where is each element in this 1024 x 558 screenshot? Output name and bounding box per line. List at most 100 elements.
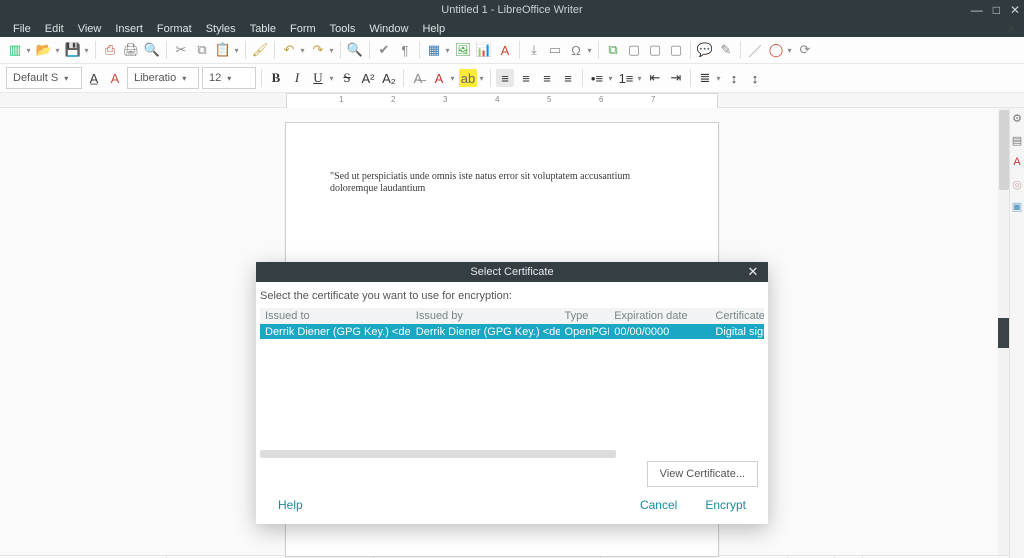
window-maximize-icon[interactable]: □ [993,3,1000,17]
strike-icon[interactable]: S [338,69,356,87]
number-dropdown[interactable]: ▾ [636,74,643,83]
open-icon[interactable]: 📂 [35,41,53,59]
open-dropdown[interactable]: ▾ [54,46,61,55]
document-text[interactable]: "Sed ut perspiciatis unde omnis iste nat… [330,171,674,194]
menu-tools[interactable]: Tools [323,23,363,35]
align-right-icon[interactable]: ≡ [538,69,556,87]
superscript-icon[interactable]: A² [359,69,377,87]
menu-form[interactable]: Form [283,23,323,35]
menu-view[interactable]: View [71,23,109,35]
align-left-icon[interactable]: ≡ [496,69,514,87]
italic-icon[interactable]: I [288,69,306,87]
menu-edit[interactable]: Edit [38,23,71,35]
menu-file[interactable]: File [6,23,38,35]
menu-styles[interactable]: Styles [199,23,243,35]
dialog-close-icon[interactable]: ✕ [744,262,762,282]
sidebar-navigator-icon[interactable]: ▣ [1011,200,1023,212]
para-style-combo[interactable]: Default S ▾ [6,67,82,89]
font-size-combo[interactable]: 12 ▾ [202,67,256,89]
field-icon[interactable]: ▭ [546,41,564,59]
bullet-dropdown[interactable]: ▾ [607,74,614,83]
cut-icon[interactable]: ✂ [172,41,190,59]
textbox-icon[interactable]: A [496,41,514,59]
menu-format[interactable]: Format [150,23,199,35]
draw-func-icon[interactable]: ⟳ [796,41,814,59]
indent-icon[interactable]: ⇥ [667,69,685,87]
redo-dropdown[interactable]: ▾ [328,46,335,55]
view-certificate-button[interactable]: View Certificate... [647,461,758,487]
window-close-icon[interactable]: ✕ [1010,3,1020,17]
subscript-icon[interactable]: A₂ [380,69,398,87]
save-icon[interactable]: 💾 [64,41,82,59]
sidebar-gallery-icon[interactable]: ◎ [1011,178,1023,190]
underline-icon[interactable]: U [309,69,327,87]
table-icon[interactable]: ▦ [425,41,443,59]
dialog-titlebar[interactable]: Select Certificate ✕ [256,262,768,282]
pagebreak-icon[interactable]: ⤓ [525,41,543,59]
comment-icon[interactable]: 💬 [696,41,714,59]
print-icon[interactable]: 🖨 [122,41,140,59]
inc-spacing-icon[interactable]: ↕ [725,69,743,87]
export-pdf-icon[interactable]: ⎙ [101,41,119,59]
dialog-cancel-link[interactable]: Cancel [640,498,677,512]
undo-icon[interactable]: ↶ [280,41,298,59]
paste-dropdown[interactable]: ▾ [233,46,240,55]
bullet-list-icon[interactable]: •≡ [588,69,606,87]
bookmark-icon[interactable]: ▢ [646,41,664,59]
col-issued-to[interactable]: Issued to [260,310,411,322]
ruler-scale[interactable]: 1 2 3 4 5 6 7 [286,93,718,109]
hyperlink-icon[interactable]: ⧉ [604,41,622,59]
footnote-icon[interactable]: ▢ [625,41,643,59]
line-spacing-icon[interactable]: ≣ [696,69,714,87]
underline-dropdown[interactable]: ▾ [328,74,335,83]
find-icon[interactable]: 🔍 [346,41,364,59]
font-color-icon[interactable]: A [430,69,448,87]
chart-icon[interactable]: 📊 [475,41,493,59]
dialog-help-link[interactable]: Help [278,498,303,512]
sidebar-properties-icon[interactable]: ▤ [1011,134,1023,146]
clone-format-icon[interactable]: 🖌 [251,41,269,59]
paste-icon[interactable]: 📋 [214,41,232,59]
document-close-icon[interactable]: × [1004,20,1018,37]
number-list-icon[interactable]: 1≡ [617,69,635,87]
menu-insert[interactable]: Insert [108,23,150,35]
menu-help[interactable]: Help [415,23,452,35]
cert-table-body[interactable] [260,339,764,458]
align-justify-icon[interactable]: ≡ [559,69,577,87]
highlight-dropdown[interactable]: ▾ [478,74,485,83]
spellcheck-icon[interactable]: ✔ [375,41,393,59]
image-icon[interactable]: 🖼 [454,41,472,59]
shapes-dropdown[interactable]: ▾ [786,46,793,55]
highlight-icon[interactable]: ab [459,69,477,87]
symbol-icon[interactable]: Ω [567,41,585,59]
dialog-encrypt-link[interactable]: Encrypt [705,498,746,512]
nonprinting-icon[interactable]: ¶ [396,41,414,59]
new-dropdown[interactable]: ▾ [25,46,32,55]
dialog-h-scrollbar[interactable] [260,450,616,458]
scrollbar-thumb[interactable] [999,110,1009,190]
sidebar-settings-icon[interactable]: ⚙ [1011,112,1023,124]
new-style-icon[interactable]: A [106,69,124,87]
update-style-icon[interactable]: A̲ [85,69,103,87]
outdent-icon[interactable]: ⇤ [646,69,664,87]
cross-ref-icon[interactable]: ▢ [667,41,685,59]
col-expiration[interactable]: Expiration date [609,310,710,322]
copy-icon[interactable]: ⧉ [193,41,211,59]
clear-format-icon[interactable]: A̶ [409,69,427,87]
dec-spacing-icon[interactable]: ↕ [746,69,764,87]
menu-window[interactable]: Window [362,23,415,35]
track-changes-icon[interactable]: ✎ [717,41,735,59]
redo-icon[interactable]: ↷ [309,41,327,59]
col-usage[interactable]: Certificate us [710,310,764,322]
col-type[interactable]: Type [560,310,610,322]
sidebar-styles-icon[interactable]: A [1011,156,1023,168]
print-preview-icon[interactable]: 🔍 [143,41,161,59]
symbol-dropdown[interactable]: ▾ [586,46,593,55]
font-color-dropdown[interactable]: ▾ [449,74,456,83]
col-issued-by[interactable]: Issued by [411,310,560,322]
line-icon[interactable]: ／ [746,41,764,59]
font-name-combo[interactable]: Liberatio ▾ [127,67,199,89]
line-spacing-dropdown[interactable]: ▾ [715,74,722,83]
menu-table[interactable]: Table [243,23,283,35]
window-minimize-icon[interactable]: — [971,3,983,17]
